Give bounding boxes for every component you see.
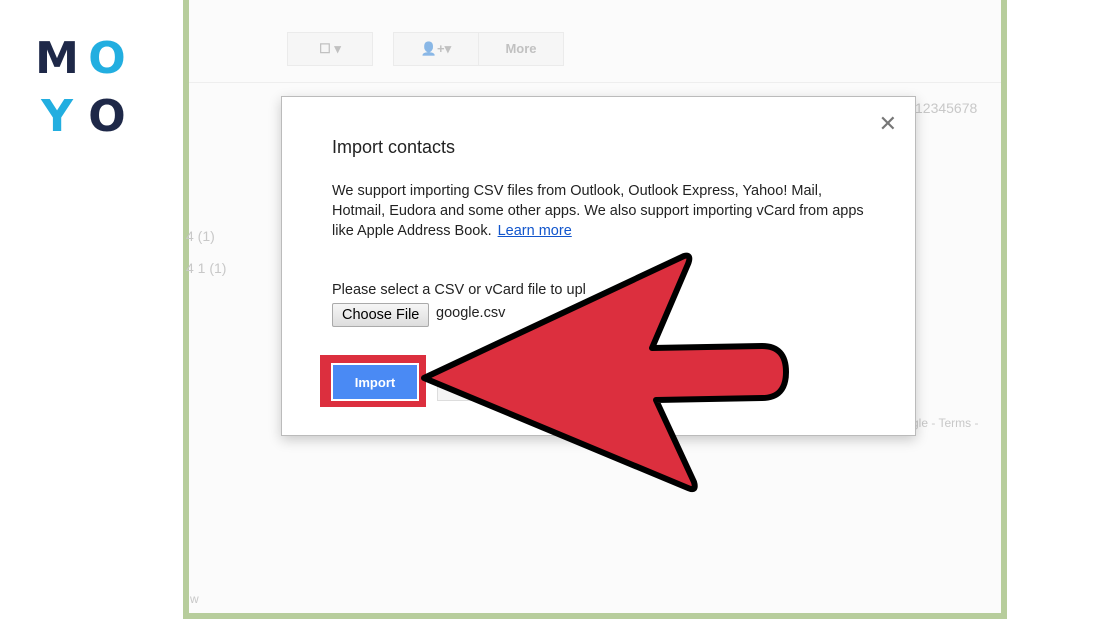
pointer-arrow [421,252,789,493]
arrow-shape [421,252,789,493]
